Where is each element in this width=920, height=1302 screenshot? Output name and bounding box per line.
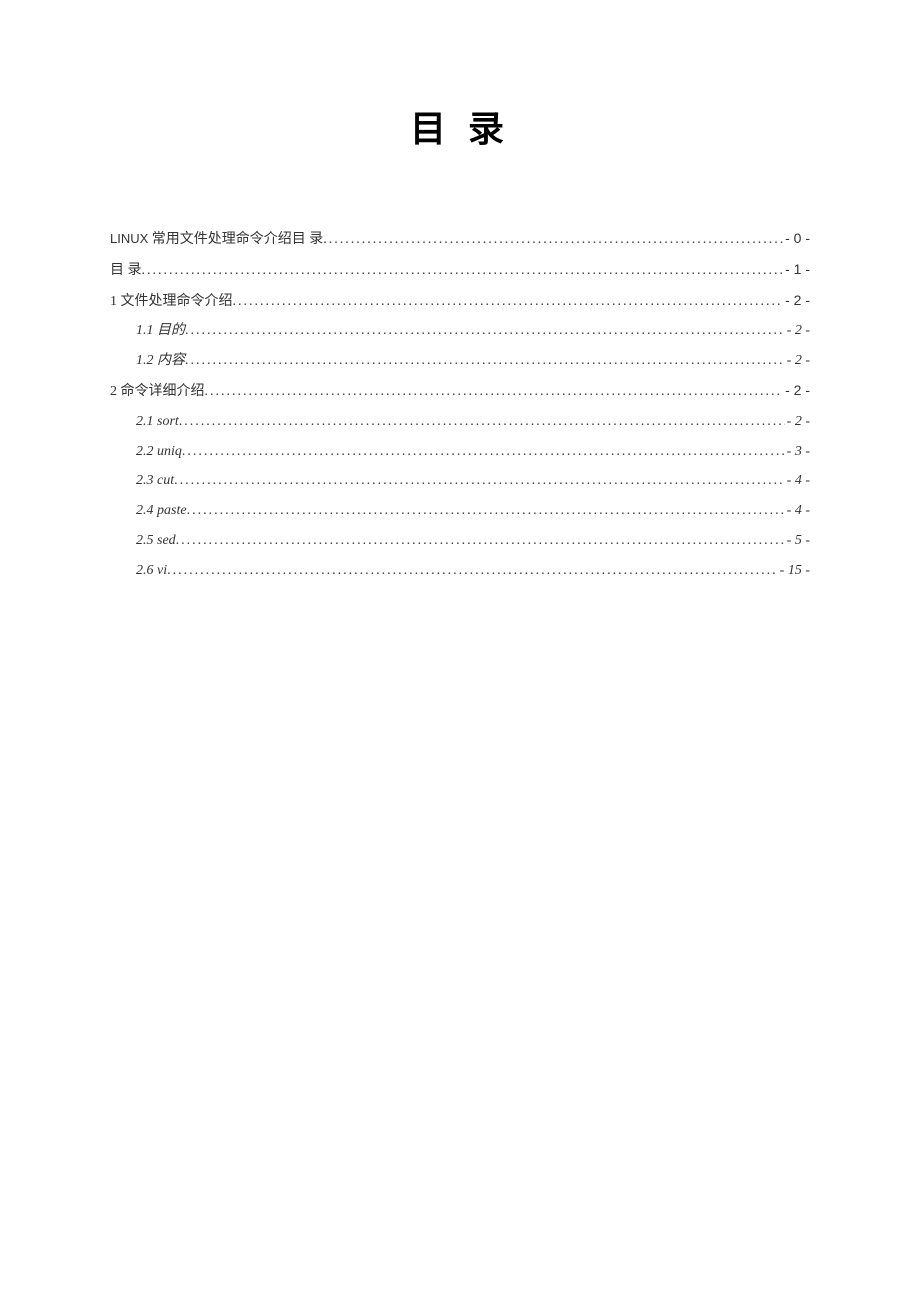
toc-label: 2.3 cut — [136, 469, 174, 493]
toc-label-text: 目的 — [157, 323, 185, 338]
toc-page: - 4 - — [785, 469, 810, 493]
toc-leader — [182, 440, 785, 464]
toc-page: - 2 - — [783, 379, 810, 403]
toc-title: 目 录 — [110, 100, 810, 152]
toc-entry: 2.4 paste - 4 - — [110, 499, 810, 523]
toc-page: - 1 - — [783, 258, 810, 282]
toc-entry: 2.5 sed - 5 - — [110, 529, 810, 553]
toc-page: - 3 - — [785, 440, 810, 464]
toc-entry: 目 录 - 1 - — [110, 258, 810, 283]
table-of-contents: LINUX 常用文件处理命令介绍目 录 - 0 - 目 录 - 1 - 1 文件… — [110, 227, 810, 583]
toc-label: 2.2 uniq — [136, 440, 182, 464]
toc-label: LINUX 常用文件处理命令介绍目 录 — [110, 228, 323, 252]
toc-label: 2.1 sort — [136, 410, 179, 434]
toc-label: 2.4 paste — [136, 499, 187, 523]
toc-leader — [233, 290, 784, 314]
toc-entry: 1.1 目的 - 2 - — [110, 319, 810, 343]
toc-page: - 5 - — [785, 529, 810, 553]
toc-label: 2.6 vi — [136, 559, 167, 583]
toc-page: - 15 - — [778, 559, 810, 583]
toc-label: 目 录 — [110, 259, 142, 283]
toc-entry: 1 文件处理命令介绍 - 2 - — [110, 289, 810, 314]
toc-leader — [167, 559, 778, 583]
toc-leader — [187, 499, 785, 523]
toc-label: 1 文件处理命令介绍 — [110, 290, 233, 314]
toc-leader — [179, 410, 785, 434]
toc-leader — [142, 259, 784, 283]
toc-page: - 4 - — [785, 499, 810, 523]
toc-leader — [323, 228, 783, 252]
toc-label: 1.2 内容 — [136, 349, 185, 373]
toc-entry: 2.3 cut - 4 - — [110, 469, 810, 493]
toc-label-text: 内容 — [157, 353, 185, 368]
toc-label-prefix: 1.2 — [136, 353, 157, 368]
toc-entry: 2.6 vi - 15 - — [110, 559, 810, 583]
toc-leader — [185, 349, 785, 373]
toc-page: - 2 - — [785, 349, 810, 373]
toc-label: 1.1 目的 — [136, 319, 185, 343]
toc-leader — [174, 469, 785, 493]
toc-page: - 2 - — [785, 319, 810, 343]
toc-entry: 2.1 sort - 2 - — [110, 410, 810, 434]
toc-page: - 2 - — [783, 289, 810, 313]
toc-entry: LINUX 常用文件处理命令介绍目 录 - 0 - — [110, 227, 810, 252]
toc-label-text: 常用文件处理命令介绍目 录 — [148, 232, 323, 247]
toc-entry: 2 命令详细介绍 - 2 - — [110, 379, 810, 404]
toc-entry: 1.2 内容 - 2 - — [110, 349, 810, 373]
toc-label-prefix: LINUX — [110, 231, 148, 246]
toc-entry: 2.2 uniq - 3 - — [110, 440, 810, 464]
toc-page: - 0 - — [783, 227, 810, 251]
toc-leader — [185, 319, 785, 343]
toc-label: 2.5 sed — [136, 529, 176, 553]
toc-label-prefix: 1.1 — [136, 323, 157, 338]
toc-label: 2 命令详细介绍 — [110, 380, 205, 404]
toc-leader — [176, 529, 785, 553]
toc-leader — [205, 380, 784, 404]
toc-page: - 2 - — [785, 410, 810, 434]
